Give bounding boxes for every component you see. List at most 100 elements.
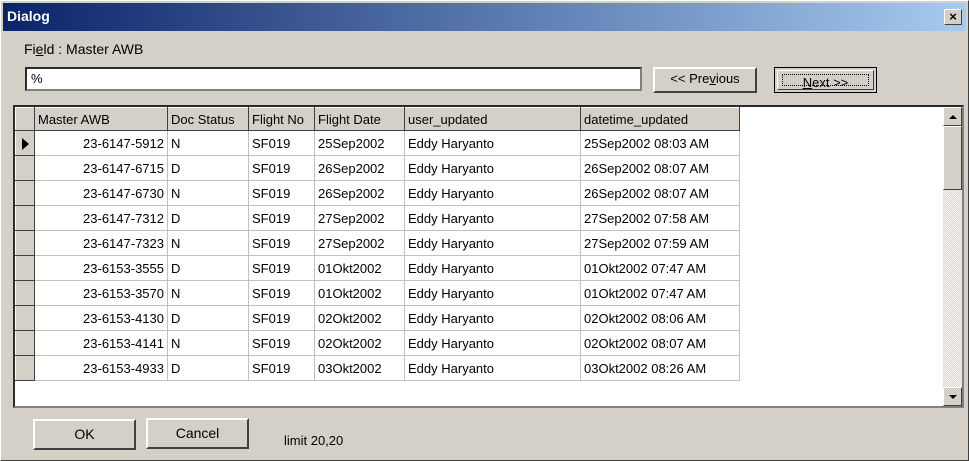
table-cell[interactable]: 25Sep2002 08:03 AM — [580, 130, 740, 156]
table-cell[interactable]: 26Sep2002 — [314, 155, 405, 181]
grid-table: Master AWB Doc Status Flight No Flight D… — [15, 107, 740, 381]
table-cell[interactable]: SF019 — [248, 130, 315, 156]
column-header[interactable]: Master AWB — [34, 107, 168, 131]
table-cell[interactable]: 23-6147-5912 — [34, 130, 168, 156]
next-button[interactable]: Next >> — [774, 67, 877, 93]
table-cell[interactable]: 26Sep2002 — [314, 180, 405, 206]
table-cell[interactable]: D — [167, 355, 249, 381]
table-row[interactable]: 23-6153-3555 D SF019 01Okt2002 Eddy Haryanto… — [15, 255, 740, 281]
cancel-button[interactable]: Cancel — [146, 418, 249, 449]
table-cell[interactable]: SF019 — [248, 255, 315, 281]
table-cell[interactable]: SF019 — [248, 330, 315, 356]
table-cell[interactable]: 01Okt2002 — [314, 280, 405, 306]
row-selector[interactable] — [15, 280, 35, 306]
table-cell[interactable]: 02Okt2002 — [314, 330, 405, 356]
table-cell[interactable]: 27Sep2002 07:58 AM — [580, 205, 740, 231]
column-header[interactable]: user_updated — [404, 107, 581, 131]
table-cell[interactable]: 23-6147-6715 — [34, 155, 168, 181]
table-row[interactable]: 23-6153-4141 N SF019 02Okt2002 Eddy Haryanto… — [15, 330, 740, 356]
table-cell[interactable]: Eddy Haryanto — [404, 255, 581, 281]
row-selector[interactable] — [15, 230, 35, 256]
search-input[interactable]: % — [25, 67, 642, 91]
table-cell[interactable]: 23-6153-4933 — [34, 355, 168, 381]
table-row[interactable]: 23-6153-3570 N SF019 01Okt2002 Eddy Haryanto… — [15, 280, 740, 306]
row-selector[interactable] — [15, 355, 35, 381]
row-selector[interactable] — [15, 305, 35, 331]
table-cell[interactable]: N — [167, 230, 249, 256]
table-cell[interactable]: SF019 — [248, 355, 315, 381]
table-row[interactable]: 23-6147-5912 N SF019 25Sep2002 Eddy Haryanto… — [15, 130, 740, 156]
row-selector[interactable] — [15, 255, 35, 281]
table-cell[interactable]: Eddy Haryanto — [404, 280, 581, 306]
table-cell[interactable]: D — [167, 155, 249, 181]
table-cell[interactable]: Eddy Haryanto — [404, 330, 581, 356]
table-cell[interactable]: 23-6153-4141 — [34, 330, 168, 356]
table-cell[interactable]: SF019 — [248, 280, 315, 306]
table-row[interactable]: 23-6147-6715 D SF019 26Sep2002 Eddy Haryanto… — [15, 155, 740, 181]
table-cell[interactable]: 23-6147-7323 — [34, 230, 168, 256]
column-header[interactable]: datetime_updated — [580, 107, 740, 131]
table-cell[interactable]: Eddy Haryanto — [404, 305, 581, 331]
table-cell[interactable]: 25Sep2002 — [314, 130, 405, 156]
table-cell[interactable]: 26Sep2002 08:07 AM — [580, 155, 740, 181]
table-cell[interactable]: 27Sep2002 07:59 AM — [580, 230, 740, 256]
table-cell[interactable]: Eddy Haryanto — [404, 230, 581, 256]
row-selector[interactable] — [15, 330, 35, 356]
vertical-scrollbar[interactable] — [943, 107, 962, 406]
table-cell[interactable]: Eddy Haryanto — [404, 205, 581, 231]
column-header[interactable]: Flight No — [248, 107, 315, 131]
table-cell[interactable]: 23-6147-7312 — [34, 205, 168, 231]
table-cell[interactable]: N — [167, 280, 249, 306]
table-cell[interactable]: 03Okt2002 08:26 AM — [580, 355, 740, 381]
table-row[interactable]: 23-6147-6730 N SF019 26Sep2002 Eddy Haryanto… — [15, 180, 740, 206]
table-cell[interactable]: SF019 — [248, 180, 315, 206]
table-cell[interactable]: SF019 — [248, 205, 315, 231]
table-cell[interactable]: D — [167, 255, 249, 281]
table-cell[interactable]: 23-6153-3555 — [34, 255, 168, 281]
data-grid[interactable]: Master AWB Doc Status Flight No Flight D… — [13, 105, 964, 408]
table-cell[interactable]: 26Sep2002 08:07 AM — [580, 180, 740, 206]
table-cell[interactable]: 27Sep2002 — [314, 230, 405, 256]
row-selector[interactable] — [15, 205, 35, 231]
table-cell[interactable]: 03Okt2002 — [314, 355, 405, 381]
table-cell[interactable]: 23-6153-3570 — [34, 280, 168, 306]
table-cell[interactable]: SF019 — [248, 230, 315, 256]
dialog-window: Dialog × Field : Master AWB % << Previou… — [0, 0, 969, 461]
table-cell[interactable]: 01Okt2002 — [314, 255, 405, 281]
table-cell[interactable]: Eddy Haryanto — [404, 130, 581, 156]
table-cell[interactable]: 02Okt2002 08:06 AM — [580, 305, 740, 331]
scroll-down-button[interactable] — [943, 387, 962, 406]
scroll-thumb[interactable] — [943, 126, 962, 190]
table-cell[interactable]: Eddy Haryanto — [404, 155, 581, 181]
table-cell[interactable]: SF019 — [248, 305, 315, 331]
table-cell[interactable]: N — [167, 330, 249, 356]
scroll-up-button[interactable] — [943, 107, 962, 126]
table-cell[interactable]: D — [167, 305, 249, 331]
table-cell[interactable]: Eddy Haryanto — [404, 355, 581, 381]
table-row[interactable]: 23-6147-7312 D SF019 27Sep2002 Eddy Haryanto… — [15, 205, 740, 231]
row-selector[interactable] — [15, 155, 35, 181]
table-cell[interactable]: D — [167, 205, 249, 231]
row-selector[interactable] — [15, 180, 35, 206]
previous-button[interactable]: << Previous — [653, 67, 757, 93]
table-cell[interactable]: Eddy Haryanto — [404, 180, 581, 206]
table-cell[interactable]: SF019 — [248, 155, 315, 181]
table-row[interactable]: 23-6147-7323 N SF019 27Sep2002 Eddy Haryanto… — [15, 230, 740, 256]
close-button[interactable]: × — [944, 9, 962, 25]
table-cell[interactable]: 23-6147-6730 — [34, 180, 168, 206]
table-cell[interactable]: 01Okt2002 07:47 AM — [580, 280, 740, 306]
table-cell[interactable]: 02Okt2002 08:07 AM — [580, 330, 740, 356]
table-cell[interactable]: N — [167, 180, 249, 206]
ok-button[interactable]: OK — [33, 419, 136, 450]
table-row[interactable]: 23-6153-4933 D SF019 03Okt2002 Eddy Haryanto… — [15, 355, 740, 381]
table-cell[interactable]: N — [167, 130, 249, 156]
column-header[interactable]: Flight Date — [314, 107, 405, 131]
table-cell[interactable]: 02Okt2002 — [314, 305, 405, 331]
table-row[interactable]: 23-6153-4130 D SF019 02Okt2002 Eddy Haryanto… — [15, 305, 740, 331]
table-cell[interactable]: 23-6153-4130 — [34, 305, 168, 331]
table-cell[interactable]: 27Sep2002 — [314, 205, 405, 231]
row-selector[interactable] — [15, 130, 35, 156]
title-bar[interactable]: Dialog × — [3, 3, 966, 31]
column-header[interactable]: Doc Status — [167, 107, 249, 131]
table-cell[interactable]: 01Okt2002 07:47 AM — [580, 255, 740, 281]
